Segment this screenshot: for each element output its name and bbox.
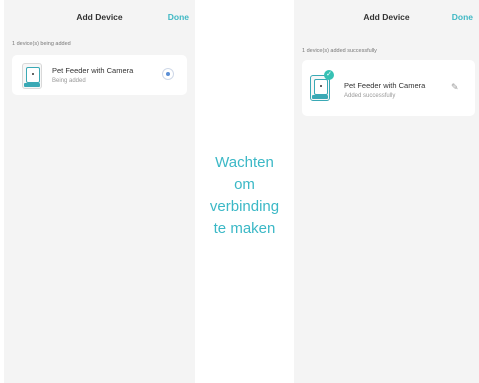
device-status: Added successfully	[344, 93, 396, 99]
check-icon: ✓	[324, 70, 334, 80]
device-name: Pet Feeder with Camera	[52, 66, 134, 75]
caption-line: om	[234, 176, 255, 193]
caption-line: verbinding	[209, 198, 280, 215]
connection-caption: Wachten om verbinding te maken	[195, 152, 294, 240]
header: Add Device Done	[4, 0, 195, 34]
pencil-icon[interactable]: ✎	[451, 82, 461, 92]
pet-feeder-icon	[22, 63, 42, 89]
status-text: 1 device(s) added successfully	[302, 48, 377, 54]
device-card: Pet Feeder with Camera Being added	[12, 55, 187, 95]
device-card[interactable]: ✓ Pet Feeder with Camera Added successfu…	[302, 60, 475, 116]
status-text: 1 device(s) being added	[12, 41, 71, 47]
caption-line: te maken	[213, 220, 276, 237]
header: Add Device Done	[294, 0, 479, 34]
caption-line: Wachten	[215, 154, 274, 171]
device-status: Being added	[52, 78, 86, 84]
add-device-screen-added: Add Device Done 1 device(s) added succes…	[294, 0, 479, 383]
done-button[interactable]: Done	[452, 12, 473, 22]
page-title: Add Device	[76, 12, 123, 22]
done-button[interactable]: Done	[168, 12, 189, 22]
device-name: Pet Feeder with Camera	[344, 81, 426, 90]
add-device-screen-adding: Add Device Done 1 device(s) being added …	[4, 0, 195, 383]
spinner-icon	[162, 68, 174, 80]
